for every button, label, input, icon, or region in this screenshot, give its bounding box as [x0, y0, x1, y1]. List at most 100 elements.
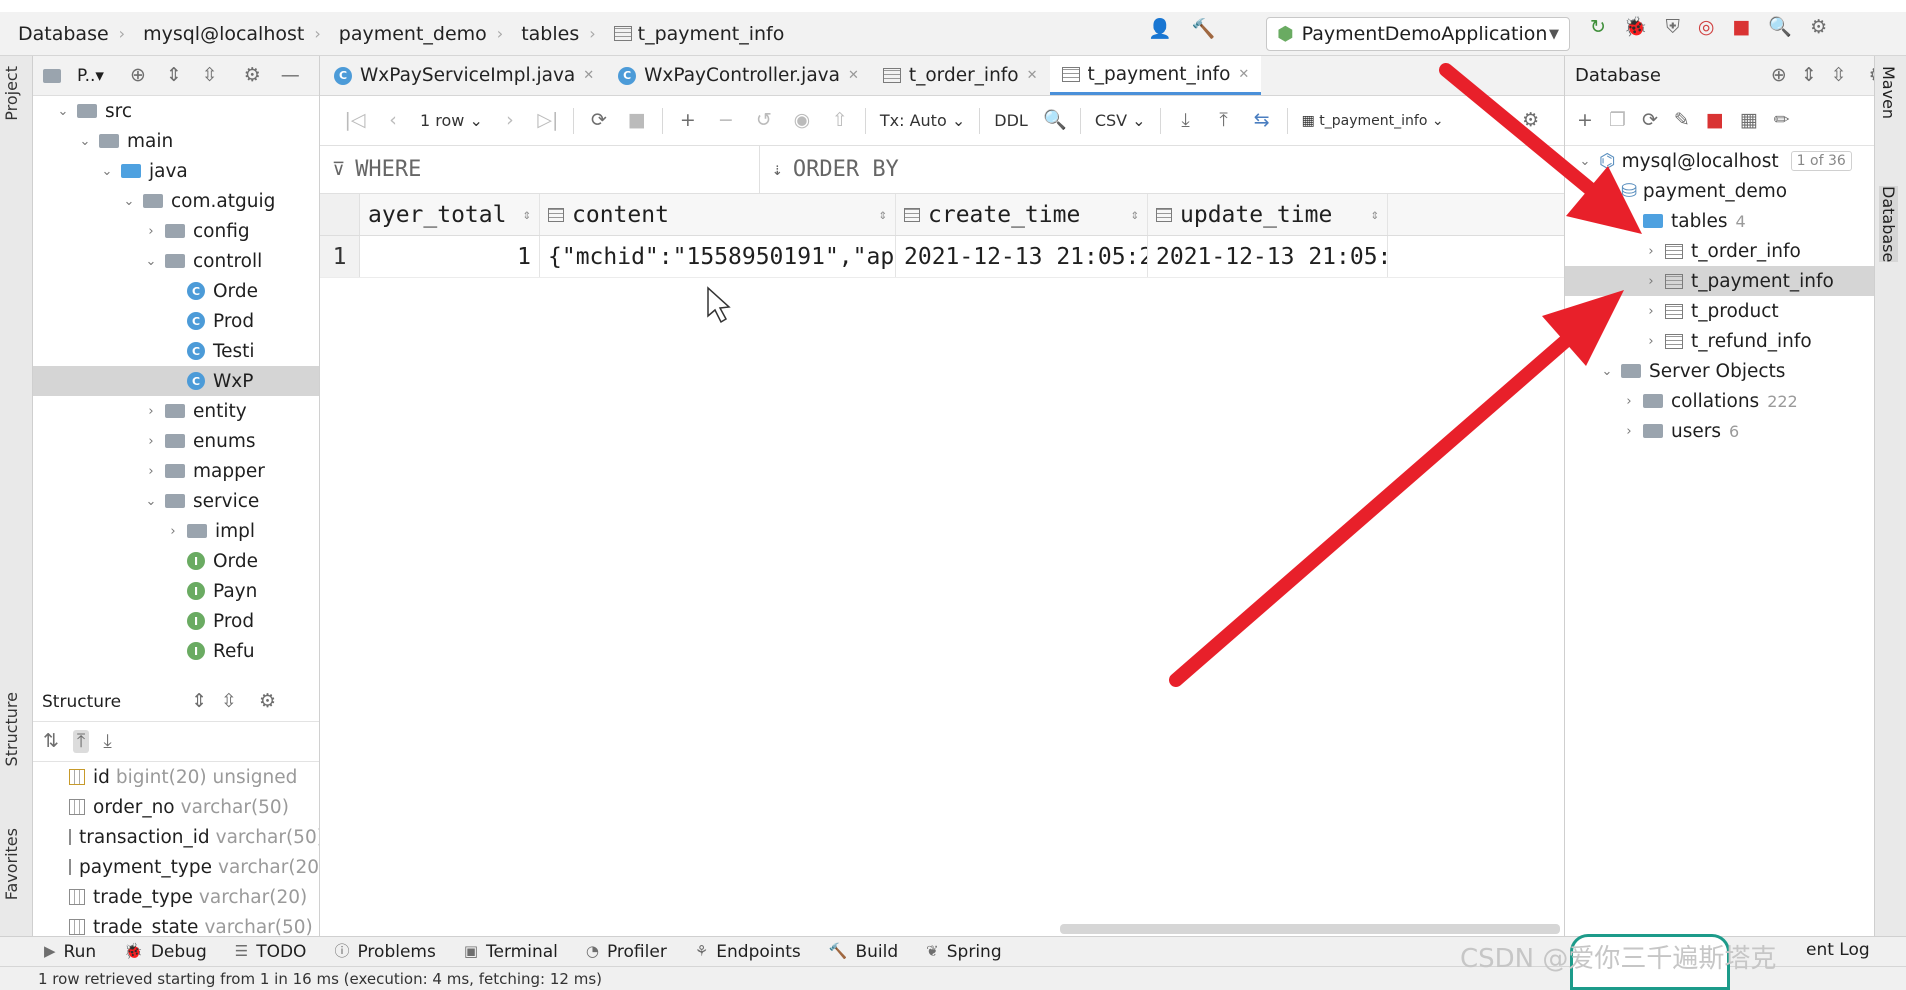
bottom-tab-problems[interactable]: ⓘ Problems: [334, 942, 435, 962]
structure-field[interactable]: transaction_id varchar(50): [33, 822, 319, 852]
gear-icon[interactable]: ⚙: [1512, 111, 1550, 130]
collapse-all-icon[interactable]: ⇳: [1831, 66, 1847, 85]
bottom-tab-debug[interactable]: 🐞 Debug: [124, 942, 207, 962]
delete-row-icon[interactable]: −: [707, 111, 745, 130]
locate-icon[interactable]: ⊕: [130, 66, 146, 85]
structure-field[interactable]: trade_type varchar(20): [33, 882, 319, 912]
locate-icon[interactable]: ⊕: [1771, 66, 1787, 85]
next-page-icon[interactable]: ›: [491, 111, 529, 130]
editor-tab[interactable]: t_payment_info ✕: [1049, 56, 1262, 95]
chevron-down-icon[interactable]: ⌄: [1621, 214, 1637, 229]
stop-icon[interactable]: ■: [618, 111, 656, 130]
revert-icon[interactable]: ↺: [745, 111, 783, 130]
run-configuration-select[interactable]: ⬢ PaymentDemoApplication ▼: [1266, 17, 1570, 51]
chevron-down-icon[interactable]: ⌄: [121, 194, 137, 209]
column-header[interactable]: content ⇕: [540, 194, 896, 235]
expand-all-icon[interactable]: ⇕: [191, 692, 207, 711]
expand-all-icon[interactable]: ⇕: [166, 66, 182, 85]
row-count-select[interactable]: 1 row ⌄: [412, 111, 491, 130]
chevron-right-icon[interactable]: ›: [165, 524, 181, 539]
schema-count-badge[interactable]: 1 of 36: [1790, 151, 1852, 171]
table-view-icon[interactable]: ▦: [1740, 111, 1758, 130]
database-tree-item[interactable]: › t_order_info: [1565, 236, 1874, 266]
chevron-right-icon[interactable]: ›: [143, 404, 159, 419]
breadcrumb-item[interactable]: Database ›: [0, 12, 125, 56]
chevron-right-icon[interactable]: ›: [143, 464, 159, 479]
column-header[interactable]: ayer_total ⇕: [360, 194, 540, 235]
bottom-tab-profiler[interactable]: ◔ Profiler: [586, 942, 667, 962]
project-tree-item[interactable]: C Prod: [33, 306, 319, 336]
database-tree-item[interactable]: › t_product: [1565, 296, 1874, 326]
structure-field[interactable]: id bigint(20) unsigned: [33, 762, 319, 792]
structure-field[interactable]: trade_state varchar(50): [33, 912, 319, 936]
close-icon[interactable]: ✕: [1238, 67, 1249, 82]
gear-icon[interactable]: ⚙: [259, 692, 276, 711]
database-tree-item[interactable]: › t_payment_info: [1565, 266, 1874, 296]
duplicate-icon[interactable]: ❐: [1609, 111, 1626, 130]
table-cell[interactable]: 2021-12-13 21:05:22: [1148, 236, 1388, 277]
database-tree-item[interactable]: › users 6: [1565, 416, 1874, 446]
project-tree-item[interactable]: I Orde: [33, 546, 319, 576]
show-fields-icon[interactable]: ⤓: [103, 732, 111, 751]
editor-tab[interactable]: C WxPayController.java ✕: [606, 56, 871, 95]
event-log-tab[interactable]: ent Log: [1806, 940, 1870, 960]
chevron-down-icon[interactable]: ⌄: [1577, 154, 1593, 169]
project-tree-item[interactable]: › impl: [33, 516, 319, 546]
database-tool-tab[interactable]: Database: [1879, 186, 1898, 263]
chevron-down-icon[interactable]: ⌄: [77, 134, 93, 149]
table-cell[interactable]: 2021-12-13 21:05:22: [896, 236, 1148, 277]
editor-tab[interactable]: t_order_info ✕: [871, 56, 1050, 95]
chevron-right-icon[interactable]: ›: [1621, 424, 1637, 439]
sort-icon[interactable]: ⇕: [1371, 207, 1379, 223]
database-tree-item[interactable]: › t_refund_info: [1565, 326, 1874, 356]
add-icon[interactable]: +: [1577, 111, 1593, 130]
table-row[interactable]: 11{"mchid":"1558950191","appi…2021-12-13…: [320, 236, 1564, 278]
project-tree-item[interactable]: ⌄ com.atguig: [33, 186, 319, 216]
project-tree-item[interactable]: ⌄ java: [33, 156, 319, 186]
chevron-right-icon[interactable]: ›: [1643, 244, 1659, 259]
chevron-right-icon[interactable]: ›: [1621, 394, 1637, 409]
breadcrumb-item[interactable]: t_payment_info: [596, 12, 784, 56]
chevron-right-icon[interactable]: ›: [143, 434, 159, 449]
chevron-right-icon[interactable]: ›: [1643, 274, 1659, 289]
minimize-icon[interactable]: —: [281, 66, 300, 85]
gear-icon[interactable]: ⚙: [244, 66, 261, 85]
breadcrumb-item[interactable]: tables ›: [503, 12, 595, 56]
download-icon[interactable]: ⤓: [1167, 111, 1205, 130]
stop-icon[interactable]: ■: [1732, 18, 1750, 37]
project-tree-item[interactable]: I Prod: [33, 606, 319, 636]
table-cell[interactable]: {"mchid":"1558950191","appi…: [540, 236, 896, 277]
breadcrumb-item[interactable]: payment_demo ›: [321, 12, 503, 56]
profiler-icon[interactable]: ◎: [1698, 18, 1715, 37]
maven-tool-tab[interactable]: Maven: [1879, 66, 1898, 119]
user-icon[interactable]: 👤: [1148, 20, 1172, 39]
database-tree-item[interactable]: › collations 222: [1565, 386, 1874, 416]
chevron-down-icon[interactable]: ⌄: [143, 494, 159, 509]
bottom-tab-terminal[interactable]: ▣ Terminal: [464, 942, 558, 962]
horizontal-scrollbar[interactable]: [1060, 924, 1560, 934]
table-cell[interactable]: 1: [360, 236, 540, 277]
coverage-icon[interactable]: ⛨: [1666, 18, 1680, 37]
column-header[interactable]: update_time ⇕: [1148, 194, 1388, 235]
database-tree-item[interactable]: ⌄ ⌬ mysql@localhost 1 of 36: [1565, 146, 1874, 176]
project-tree-item[interactable]: I Refu: [33, 636, 319, 666]
chevron-right-icon[interactable]: ›: [1643, 334, 1659, 349]
project-tree-item[interactable]: C Testi: [33, 336, 319, 366]
edit-icon[interactable]: ✏: [1774, 111, 1790, 130]
breadcrumb-item[interactable]: mysql@localhost ›: [125, 12, 321, 56]
order-by-input[interactable]: ⇣ ORDER BY: [760, 146, 899, 193]
project-tree-item[interactable]: ⌄ main: [33, 126, 319, 156]
settings-icon[interactable]: ⚙: [1810, 18, 1827, 37]
project-tree-item[interactable]: ⌄ src: [33, 96, 319, 126]
structure-field[interactable]: payment_type varchar(20): [33, 852, 319, 882]
refresh-icon[interactable]: ⟳: [1642, 111, 1658, 130]
ddl-button[interactable]: DDL: [986, 111, 1036, 130]
properties-icon[interactable]: ✎: [1674, 111, 1690, 130]
project-tool-tab[interactable]: Project: [2, 66, 21, 121]
chevron-down-icon[interactable]: ⌄: [1599, 364, 1615, 379]
bottom-tab-build[interactable]: 🔨 Build: [829, 942, 898, 962]
table-selector[interactable]: ▦ t_payment_info ⌄: [1294, 113, 1452, 129]
project-tree-item[interactable]: › config: [33, 216, 319, 246]
chevron-down-icon[interactable]: ⌄: [99, 164, 115, 179]
last-page-icon[interactable]: ▷|: [529, 111, 567, 130]
